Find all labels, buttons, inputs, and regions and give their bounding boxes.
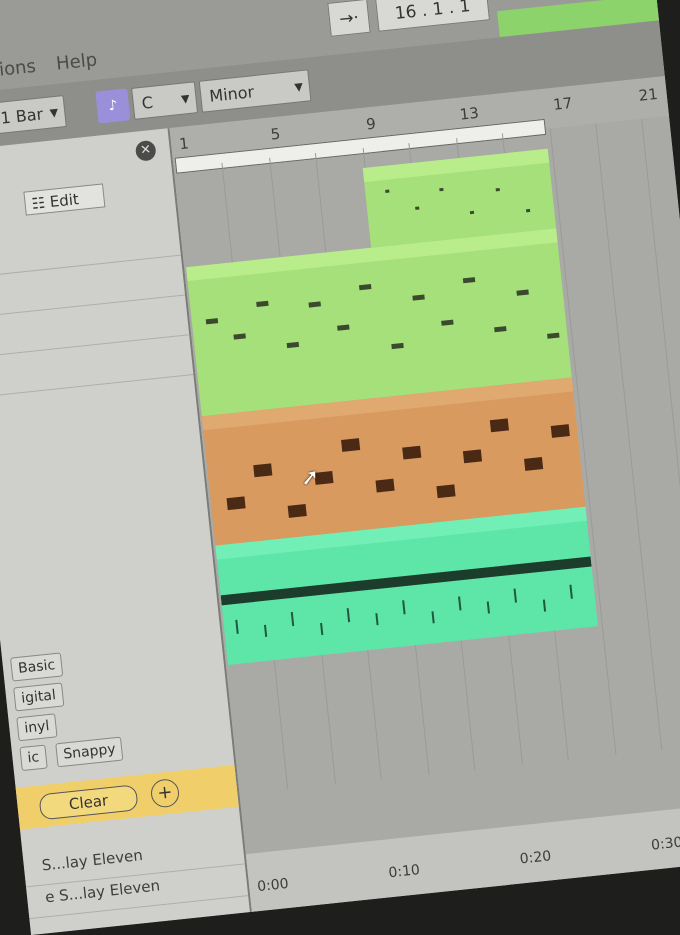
midi-note bbox=[402, 445, 422, 460]
midi-note bbox=[205, 318, 219, 325]
scale-mode-button[interactable]: ♪ bbox=[95, 88, 131, 124]
loop-position-field[interactable]: 16 . 1 . 1 bbox=[375, 0, 490, 32]
drum-hit bbox=[402, 600, 406, 615]
midi-note bbox=[516, 289, 529, 296]
drum-hit bbox=[320, 622, 324, 636]
bar-marker: 13 bbox=[458, 103, 480, 124]
midi-note bbox=[412, 294, 425, 301]
grid-quantize-label: 1 Bar bbox=[0, 104, 44, 128]
midi-note bbox=[286, 341, 300, 349]
midi-note bbox=[489, 418, 509, 433]
add-filter-icon[interactable]: + bbox=[149, 777, 181, 809]
drum-hit bbox=[235, 619, 239, 634]
midi-note bbox=[439, 187, 444, 192]
midi-note bbox=[226, 496, 246, 511]
tag-snappy[interactable]: Snappy bbox=[55, 736, 124, 768]
time-marker: 0:00 bbox=[256, 875, 290, 896]
midi-note bbox=[524, 457, 544, 471]
menu-options[interactable]: Options bbox=[0, 56, 37, 84]
live-screen: Options Help →· 16 . 1 . 1 ▼ 1 Bar▼ ♪ C▼… bbox=[0, 0, 680, 935]
filter-bar: Clear + bbox=[15, 764, 239, 830]
midi-note bbox=[550, 424, 570, 438]
midi-note bbox=[462, 449, 483, 464]
scale-mode-dropdown[interactable]: Minor ▼ bbox=[198, 69, 312, 113]
bar-marker: 5 bbox=[269, 124, 282, 144]
midi-note bbox=[287, 504, 307, 518]
midi-note bbox=[436, 484, 456, 499]
chevron-down-icon: ▼ bbox=[49, 105, 59, 120]
scale-key-dropdown[interactable]: C ▼ bbox=[131, 81, 199, 120]
midi-note bbox=[358, 283, 372, 291]
tag-basic[interactable]: Basic bbox=[9, 652, 64, 682]
midi-note bbox=[547, 332, 560, 339]
mouse-cursor-icon: ➚ bbox=[299, 464, 321, 492]
midi-note bbox=[341, 438, 361, 452]
drum-hit-lane bbox=[220, 556, 592, 606]
edit-button[interactable]: ☷ Edit bbox=[23, 183, 106, 216]
midi-note bbox=[256, 300, 269, 308]
midi-note bbox=[337, 324, 350, 331]
chevron-down-icon: ▼ bbox=[293, 80, 304, 94]
arrangement-loop-toggle[interactable]: →· bbox=[327, 0, 371, 37]
drum-hit bbox=[513, 588, 517, 603]
midi-note bbox=[253, 463, 273, 478]
menu-help[interactable]: Help bbox=[55, 49, 98, 74]
drum-hit bbox=[290, 611, 295, 627]
time-marker: 0:10 bbox=[387, 862, 421, 882]
arrangement-view: 1 5 9 13 17 21 ➚ 0:00 0:10 0:20 0:30 bbox=[169, 76, 680, 912]
drum-hit bbox=[569, 584, 573, 599]
drum-hit bbox=[458, 596, 462, 611]
midi-note bbox=[441, 319, 454, 326]
drum-hit bbox=[486, 601, 490, 614]
bar-marker: 9 bbox=[365, 114, 377, 134]
tag-ic[interactable]: ic bbox=[19, 744, 48, 772]
scale-icon: ♪ bbox=[107, 97, 119, 115]
midi-note bbox=[495, 187, 500, 192]
scale-key-label: C bbox=[140, 92, 154, 113]
close-icon[interactable]: ✕ bbox=[134, 139, 157, 162]
grid-quantize-dropdown[interactable]: 1 Bar ▼ bbox=[0, 95, 67, 135]
drum-hit bbox=[263, 624, 268, 637]
tag-digital[interactable]: igital bbox=[13, 682, 65, 712]
drum-hit bbox=[346, 608, 351, 623]
midi-note bbox=[494, 326, 507, 333]
midi-note bbox=[462, 277, 476, 284]
time-ruler[interactable]: 0:00 0:10 0:20 0:30 bbox=[245, 802, 680, 912]
bar-marker: 1 bbox=[178, 134, 190, 154]
midi-note bbox=[469, 210, 475, 215]
midi-note bbox=[415, 206, 420, 210]
drum-hit bbox=[431, 611, 435, 624]
midi-note bbox=[525, 208, 531, 213]
bar-marker: 21 bbox=[637, 84, 659, 105]
drum-hit bbox=[542, 599, 547, 612]
edit-label: Edit bbox=[48, 190, 80, 212]
midi-note bbox=[375, 478, 395, 493]
midi-note bbox=[233, 333, 246, 340]
chevron-down-icon: ▼ bbox=[180, 91, 191, 106]
bar-marker: 17 bbox=[552, 93, 574, 114]
grid-line bbox=[641, 118, 680, 746]
clear-button[interactable]: Clear bbox=[38, 784, 139, 821]
drum-hit bbox=[375, 613, 379, 626]
midi-note bbox=[391, 342, 404, 350]
list-icon: ☷ bbox=[30, 193, 51, 213]
time-marker: 0:20 bbox=[519, 848, 553, 868]
midi-note bbox=[385, 189, 390, 193]
midi-note bbox=[308, 301, 321, 308]
scale-mode-label: Minor bbox=[208, 82, 255, 106]
time-marker: 0:30 bbox=[650, 834, 680, 854]
tag-vinyl[interactable]: inyl bbox=[16, 713, 58, 742]
